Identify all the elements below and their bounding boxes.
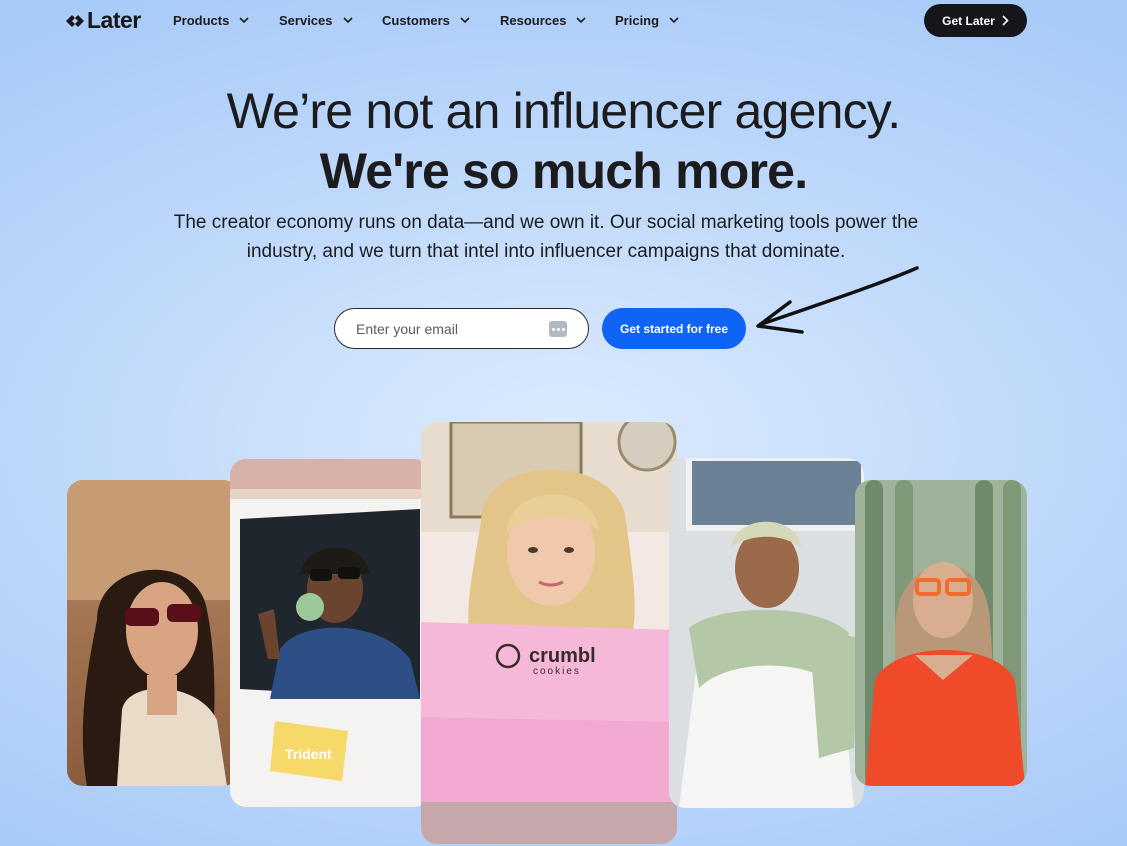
creator-photo-sunglasses-woman <box>67 480 239 786</box>
hero-subtitle: The creator economy runs on data—and we … <box>173 212 919 262</box>
arrow-annotation-icon <box>756 266 919 334</box>
chevron-right-icon <box>1002 15 1009 26</box>
nav-services-label: Services <box>279 13 333 28</box>
email-input[interactable] <box>354 318 538 340</box>
nav-products-label: Products <box>173 13 230 28</box>
nav-customers-label: Customers <box>382 13 450 28</box>
creator-photo-crumbl-woman: crumbl cookies <box>421 422 677 844</box>
nav-pricing-label: Pricing <box>615 13 660 28</box>
nav-resources[interactable]: Resources <box>500 13 587 28</box>
crumbl-brand-subtext: cookies <box>533 666 581 677</box>
chevron-down-icon <box>460 17 470 24</box>
nav-resources-label: Resources <box>500 13 567 28</box>
hero-heading-line2: We're so much more. <box>319 143 808 199</box>
logo-mark-icon <box>66 14 84 27</box>
get-later-button[interactable]: Get Later <box>924 4 1027 37</box>
get-later-label: Get Later <box>942 13 995 28</box>
creator-photo-car-man: Trident <box>230 459 430 807</box>
logo-text: Later <box>87 7 141 33</box>
gum-label: Trident <box>285 746 332 762</box>
nav-pricing[interactable]: Pricing <box>615 13 679 28</box>
top-navigation: Later Products Services Customers Resour… <box>0 0 1127 40</box>
crumbl-brand-text: crumbl <box>529 645 596 667</box>
nav-products[interactable]: Products <box>173 13 249 28</box>
email-field[interactable] <box>334 308 589 349</box>
nav-services[interactable]: Services <box>279 13 353 28</box>
hero-heading-line1: We’re not an influencer agency. <box>226 83 902 139</box>
password-manager-icon[interactable] <box>549 321 567 337</box>
chevron-down-icon <box>342 17 353 24</box>
creator-photo-cactus-woman <box>855 480 1027 786</box>
nav-customers[interactable]: Customers <box>382 13 470 28</box>
chevron-down-icon <box>239 17 249 24</box>
get-started-button[interactable]: Get started for free <box>602 308 746 349</box>
chevron-down-icon <box>669 17 679 24</box>
chevron-down-icon <box>576 17 587 24</box>
creator-photo-green-sweater-man <box>669 458 864 808</box>
later-logo[interactable]: Later <box>66 7 141 34</box>
